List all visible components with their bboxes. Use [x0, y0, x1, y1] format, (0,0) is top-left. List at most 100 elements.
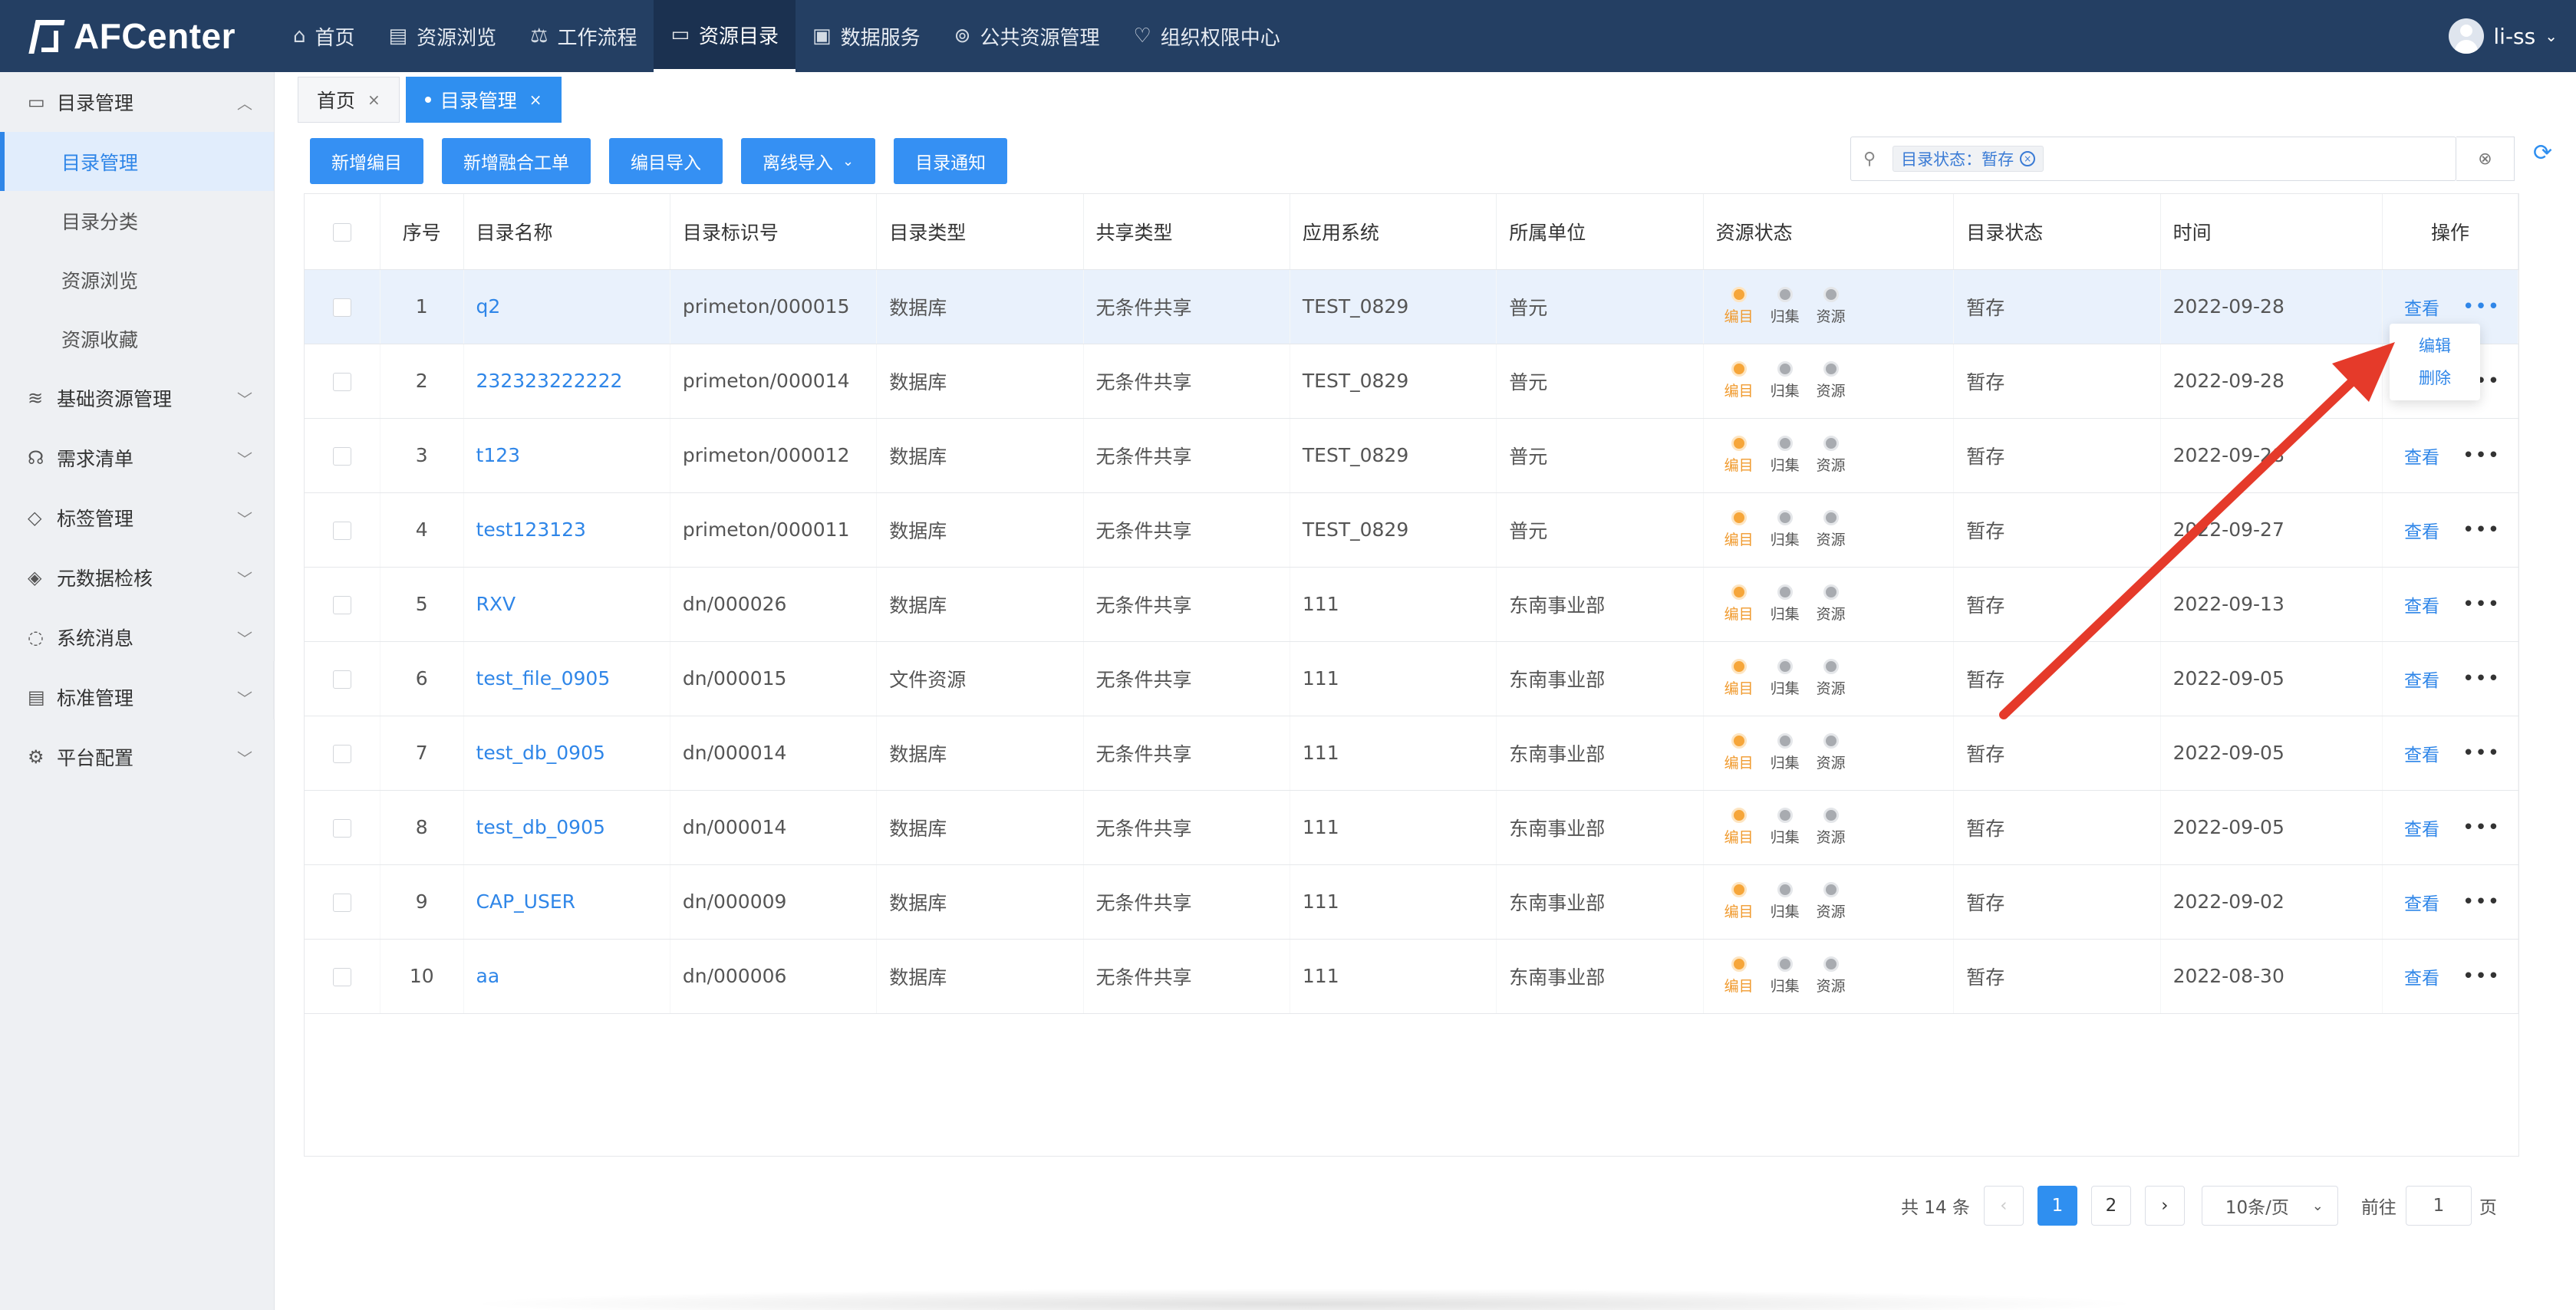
sidebar-group[interactable]: ▤ 标准管理 ﹀	[0, 667, 274, 727]
more-icon[interactable]: •••	[2462, 520, 2500, 540]
delete-menu-item[interactable]: 删除	[2419, 362, 2451, 394]
status-active-dot-icon	[1731, 659, 1747, 674]
catalog-notice-button[interactable]: 目录通知	[894, 138, 1008, 184]
filter-search-input[interactable]: ⚲ 目录状态：暂存 ×	[1850, 137, 2456, 181]
more-icon[interactable]: •••	[2462, 297, 2500, 317]
row-checkbox[interactable]	[332, 522, 351, 540]
row-checkbox[interactable]	[332, 894, 351, 912]
tab-catalog-management[interactable]: 目录管理 ×	[405, 77, 562, 123]
sidebar-item[interactable]: 目录分类	[0, 191, 274, 250]
table-row[interactable]: 3 t123 primeton/000012 数据库 无条件共享 TEST_0829 普元编…	[305, 418, 2518, 493]
more-icon[interactable]: •••	[2462, 818, 2500, 838]
offline-import-button[interactable]: 离线导入 ⌄	[741, 138, 876, 184]
topnav-item[interactable]: ⊚ 公共资源管理	[937, 0, 1117, 72]
catalog-import-button[interactable]: 编目导入	[609, 138, 723, 184]
edit-menu-item[interactable]: 编辑	[2419, 330, 2451, 362]
view-link[interactable]: 查看	[2404, 517, 2439, 543]
row-checkbox[interactable]	[332, 670, 351, 689]
clear-filter-button[interactable]: ⊗	[2456, 137, 2515, 181]
row-checkbox[interactable]	[332, 596, 351, 614]
add-merge-order-button[interactable]: 新增融合工单	[442, 138, 591, 184]
row-checkbox[interactable]	[332, 745, 351, 763]
table-row[interactable]: 4 test123123 primeton/000011 数据库 无条件共享 TEST_0…	[305, 492, 2518, 568]
view-link[interactable]: 查看	[2404, 294, 2439, 320]
view-link[interactable]: 查看	[2404, 666, 2439, 692]
topnav-item[interactable]: ⌂ 首页	[276, 0, 372, 72]
goto-page-input[interactable]: 1	[2405, 1186, 2472, 1226]
view-link[interactable]: 查看	[2404, 443, 2439, 469]
sidebar-group[interactable]: ☊ 需求清单 ﹀	[0, 428, 274, 488]
filter-chip[interactable]: 目录状态：暂存 ×	[1892, 146, 2044, 172]
cell-catalog-name-link[interactable]: CAP_USER	[463, 864, 670, 940]
topnav-item[interactable]: ▣ 数据服务	[796, 0, 937, 72]
table-row[interactable]: 6 test_file_0905 dn/000015 文件资源 无条件共享 111 东南事业…	[305, 641, 2518, 716]
table-row[interactable]: 10 aa dn/000006 数据库 无条件共享 111 东南事业部 编目 归集 资源 暂存 202…	[305, 939, 2518, 1014]
view-link[interactable]: 查看	[2404, 740, 2439, 766]
table-row[interactable]: 2 232323222222 primeton/000014 数据库 无条件共享 TEST…	[305, 344, 2518, 419]
sidebar-group[interactable]: ◌ 系统消息 ﹀	[0, 607, 274, 667]
sidebar-item[interactable]: 目录管理	[0, 132, 274, 191]
more-icon[interactable]: •••	[2462, 892, 2500, 912]
cell-actions: 查看 •••	[2382, 567, 2518, 642]
remove-chip-icon[interactable]: ×	[2020, 151, 2036, 166]
row-checkbox[interactable]	[332, 819, 351, 838]
table-row[interactable]: 5 RXV dn/000026 数据库 无条件共享 111 东南事业部 编目 归集 资源 暂存 202…	[305, 567, 2518, 642]
cell-catalog-name-link[interactable]: q2	[463, 269, 670, 344]
row-checkbox[interactable]	[332, 447, 351, 466]
prev-page-button[interactable]: ‹	[1983, 1186, 2024, 1226]
view-link[interactable]: 查看	[2404, 815, 2439, 841]
page-button[interactable]: 1	[2037, 1186, 2077, 1226]
row-actions: 查看 •••	[2395, 963, 2517, 989]
topnav-item[interactable]: ▤ 资源浏览	[372, 0, 514, 72]
cell-catalog-name-link[interactable]: test_file_0905	[463, 641, 670, 716]
sidebar-group[interactable]: ⚙ 平台配置 ﹀	[0, 727, 274, 787]
table-row[interactable]: 7 test_db_0905 dn/000014 数据库 无条件共享 111 东南事业部 编目…	[305, 716, 2518, 791]
table-row[interactable]: 1 q2 primeton/000015 数据库 无条件共享 TEST_0829 普元 编目归…	[305, 269, 2518, 344]
topnav-item[interactable]: ▭ 资源目录	[654, 0, 796, 72]
calendar-check-icon: ▣	[812, 25, 832, 48]
row-checkbox[interactable]	[332, 298, 351, 317]
tab-home[interactable]: 首页 ×	[298, 77, 400, 123]
table-row[interactable]: 9 CAP_USER dn/000009 数据库 无条件共享 111 东南事业部 编目 归集 资源…	[305, 864, 2518, 940]
row-actions: 查看 •••	[2395, 740, 2517, 766]
close-icon[interactable]: ×	[367, 91, 380, 109]
status-active-dot-icon	[1731, 361, 1747, 377]
row-checkbox[interactable]	[332, 373, 351, 391]
cell-catalog-name-link[interactable]: aa	[463, 939, 670, 1014]
sidebar-item[interactable]: 资源浏览	[0, 250, 274, 309]
add-catalog-button[interactable]: 新增编目	[310, 138, 423, 184]
close-icon[interactable]: ×	[529, 91, 542, 109]
cell-catalog-name-link[interactable]: 232323222222	[463, 344, 670, 419]
cell-catalog-name-link[interactable]: t123	[463, 418, 670, 493]
more-icon[interactable]: •••	[2462, 594, 2500, 614]
cell-catalog-name-link[interactable]: RXV	[463, 567, 670, 642]
sidebar-group[interactable]: ≋ 基础资源管理 ﹀	[0, 368, 274, 428]
sidebar-group[interactable]: ◈ 元数据检核 ﹀	[0, 548, 274, 607]
cell-index: 10	[380, 939, 464, 1014]
row-checkbox[interactable]	[332, 968, 351, 986]
cell-catalog-name-link[interactable]: test_db_0905	[463, 716, 670, 791]
view-link[interactable]: 查看	[2404, 889, 2439, 915]
view-link[interactable]: 查看	[2404, 963, 2439, 989]
next-page-button[interactable]: ›	[2144, 1186, 2185, 1226]
more-icon[interactable]: •••	[2462, 446, 2500, 466]
logo[interactable]: AFCenter	[0, 15, 276, 57]
page-button[interactable]: 2	[2090, 1186, 2131, 1226]
topnav-item[interactable]: ♡ 组织权限中心	[1116, 0, 1296, 72]
sidebar-item[interactable]: 资源收藏	[0, 309, 274, 368]
table-row[interactable]: 8 test_db_0905 dn/000014 数据库 无条件共享 111 东南事业部 编目…	[305, 790, 2518, 865]
more-icon[interactable]: •••	[2462, 966, 2500, 986]
sidebar-group[interactable]: ◇ 标签管理 ﹀	[0, 488, 274, 548]
page-size-select[interactable]: 10条/页 ⌄	[2201, 1186, 2338, 1226]
sidebar-group[interactable]: ▭ 目录管理 ︿	[0, 72, 274, 132]
view-link[interactable]: 查看	[2404, 591, 2439, 617]
cell-catalog-name-link[interactable]: test_db_0905	[463, 790, 670, 865]
cell-catalog-type: 数据库	[876, 939, 1084, 1014]
user-menu[interactable]: li-ss ⌄	[2449, 0, 2558, 72]
topnav-item[interactable]: ⚖ 工作流程	[513, 0, 654, 72]
select-all-checkbox[interactable]	[332, 223, 351, 242]
more-icon[interactable]: •••	[2462, 669, 2500, 689]
refresh-icon[interactable]: ⟳	[2533, 140, 2552, 166]
cell-catalog-name-link[interactable]: test123123	[463, 492, 670, 568]
more-icon[interactable]: •••	[2462, 743, 2500, 763]
